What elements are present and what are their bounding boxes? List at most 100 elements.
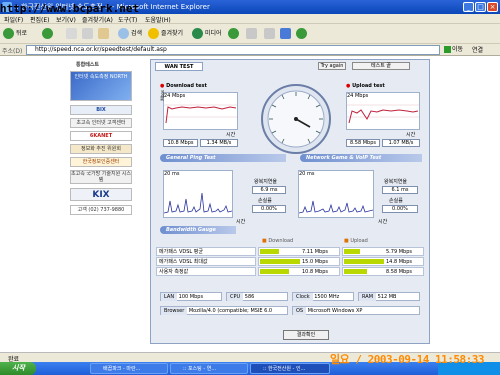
search-label: 검색 [131, 30, 143, 37]
os-label: OS [293, 307, 307, 315]
media-icon [192, 28, 203, 39]
address-input[interactable]: http://speed.nca.or.kr/speedtest/default… [26, 45, 440, 55]
voip-rtt-value: 6.1 ms [382, 186, 418, 194]
sidebar-link-tech-support[interactable]: 초고속 국가망 기술지원 시스템 [70, 170, 132, 184]
lan-label: LAN [161, 293, 178, 301]
upload-axis-top: 24 Mbps [347, 93, 369, 99]
messenger-button[interactable] [296, 27, 309, 41]
gauge-upload-value: 14.8 Mbps [386, 259, 412, 265]
forward-arrow-icon [42, 28, 53, 39]
taskbar-item-nca[interactable]: :: 한국전산원 - 인... [250, 363, 330, 374]
download-mbps-value: 10.8 Mbps [163, 139, 198, 147]
taskbar-item-bcpark[interactable]: 배꼽파크 - 마란... [90, 363, 168, 374]
maximize-button[interactable]: □ [475, 2, 486, 12]
ping-loss-value: 0.00% [252, 205, 286, 213]
ping-line [163, 192, 233, 214]
taskbar-item-posting[interactable]: :: 포스팅 - 연... [170, 363, 248, 374]
try-again-button[interactable]: Try again [318, 62, 346, 70]
menu-file[interactable]: 파일(F) [4, 15, 23, 24]
menu-favorites[interactable]: 즐겨찾기(A) [82, 15, 113, 24]
media-button[interactable]: 미디어 [192, 27, 222, 41]
mail-icon [246, 28, 257, 39]
gauge-upload-bar [344, 269, 367, 274]
voip-line [298, 200, 374, 214]
speed-gauge [252, 83, 340, 155]
gauge-upload-bar [344, 249, 360, 254]
go-button[interactable]: 이동 [444, 45, 466, 55]
gauge-row-label: 메가패스 VDSL 평균 [156, 247, 256, 256]
download-time-label: 시간 [226, 132, 236, 138]
history-button[interactable] [228, 27, 241, 41]
stop-button[interactable] [66, 27, 79, 41]
upload-bullet-icon: ● [346, 83, 351, 89]
gauge-download-value: 7.11 Mbps [302, 249, 328, 255]
upload-gauge-icon: ■ [344, 238, 349, 244]
download-gauge-icon: ■ [262, 238, 267, 244]
gauge-download-value: 15.0 Mbps [302, 259, 328, 265]
gauge-row-label: 사용자 측정값 [156, 267, 256, 276]
ping-chart-svg [163, 192, 233, 214]
search-button[interactable]: 검색 [118, 27, 142, 41]
menu-edit[interactable]: 편집(E) [30, 15, 50, 24]
start-button[interactable]: 시작 [0, 362, 36, 375]
sidebar: 통합테스트 인터넷 속도측정 NORTH BIX 초고속 인터넷 고객센터 6K… [66, 58, 136, 243]
edit-button[interactable] [280, 27, 293, 41]
voip-chart-svg [298, 200, 374, 214]
back-arrow-icon [3, 28, 14, 39]
browser-label: Browser [161, 307, 188, 315]
sidebar-link-cert[interactable]: 한국정보인증센터 [70, 157, 132, 167]
mail-button[interactable] [246, 27, 259, 41]
sidebar-title: 통합테스트 [76, 62, 100, 68]
media-label: 미디어 [205, 30, 222, 37]
sidebar-phone: 고객 (02) 737-9880 [70, 205, 132, 215]
gauge-row-label: 메가패스 VDSL 최대값 [156, 257, 256, 266]
home-button[interactable] [98, 27, 111, 41]
links-button[interactable]: 연결 [472, 45, 483, 54]
clock-info: Clock 1500 MHz [292, 292, 354, 301]
tab-wan-test[interactable]: WAN TEST [155, 62, 203, 71]
gauge-download-bar [260, 259, 300, 264]
ram-info: RAM 512 MB [358, 292, 420, 301]
result-confirm-button[interactable]: 결과확인 [283, 330, 329, 340]
gauge-upload-label: Upload [350, 238, 368, 244]
minimize-button[interactable]: _ [463, 2, 474, 12]
bandwidth-gauge-header: Bandwidth Gauge [160, 226, 236, 234]
ping-loss-label: 손실률 [258, 198, 272, 204]
browser-info: Browser Mozilla/4.0 (compatible; MSIE 6.… [160, 306, 288, 315]
sidebar-link-kix[interactable]: KIX [70, 188, 132, 201]
menu-help[interactable]: 도움말(H) [145, 15, 171, 24]
cpu-info: CPU 586 [226, 292, 288, 301]
ping-time-label: 시간 [236, 219, 246, 225]
ping-chart [163, 170, 233, 218]
upload-line [348, 109, 419, 124]
ping-axis-top: 20 ms [164, 171, 180, 177]
test-end-button[interactable]: 테스트 끝 [352, 62, 410, 70]
upload-title-text: Upload test [352, 83, 385, 89]
close-window-button[interactable]: × [487, 2, 498, 12]
refresh-button[interactable] [82, 27, 95, 41]
sidebar-link-bix[interactable]: BIX [70, 105, 132, 115]
star-icon [148, 28, 159, 39]
cpu-label: CPU [227, 293, 244, 301]
download-mbs-value: 1.34 MB/s [200, 139, 238, 147]
sidebar-link-customer[interactable]: 초고속 인터넷 고객센터 [70, 118, 132, 128]
gauge-download-header: ■ Download [262, 238, 293, 244]
forward-button[interactable] [42, 27, 55, 41]
download-title: ● Download test [160, 83, 207, 89]
sidebar-banner-speedtest[interactable]: 인터넷 속도측정 NORTH [70, 71, 132, 101]
gauge-download-bar [260, 249, 279, 254]
search-icon [118, 28, 129, 39]
os-info: OS Microsoft Windows XP [292, 306, 420, 315]
favorites-button[interactable]: 즐겨찾기 [148, 27, 183, 41]
menu-bar: 파일(F) 편집(E) 보기(V) 즐겨찾기(A) 도구(T) 도움말(H) [0, 14, 500, 24]
download-axis-label: Mbps [160, 90, 165, 101]
toolbar: 뒤로 검색 즐겨찾기 미디어 [0, 24, 500, 44]
menu-tools[interactable]: 도구(T) [118, 15, 137, 24]
history-icon [228, 28, 239, 39]
menu-view[interactable]: 보기(V) [56, 15, 76, 24]
sidebar-link-6kanet[interactable]: 6KANET [70, 131, 132, 141]
back-button[interactable]: 뒤로 [3, 27, 27, 41]
print-button[interactable] [264, 27, 277, 41]
sidebar-link-committee[interactable]: 정보화 추진 위원회 [70, 144, 132, 154]
address-bar: 주소(D) http://speed.nca.or.kr/speedtest/d… [0, 44, 500, 56]
